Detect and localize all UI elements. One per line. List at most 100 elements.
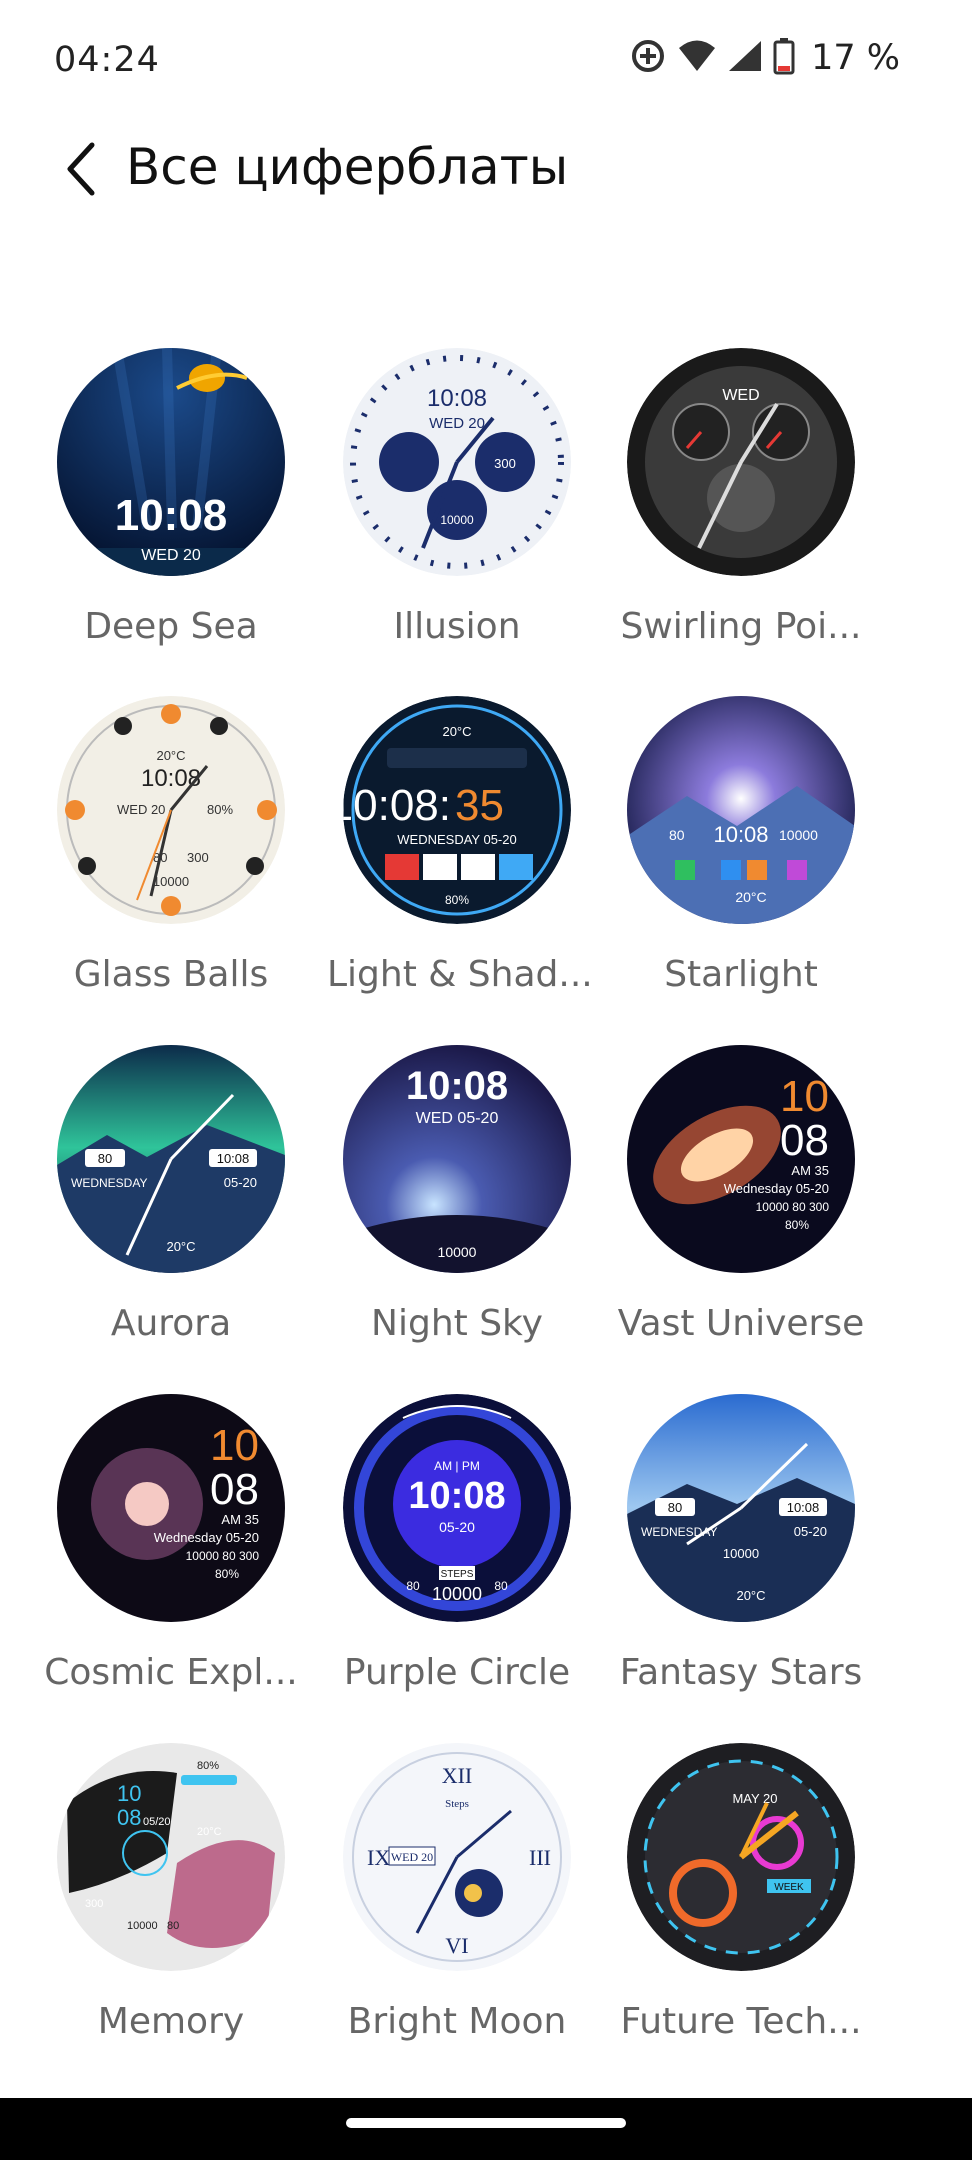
face-date: WED 20 — [141, 547, 201, 564]
navigation-bar — [0, 2098, 972, 2160]
face-time: 10:08: — [343, 781, 451, 830]
face-steps: 10000 — [438, 1244, 477, 1260]
face-steps: 10000 — [779, 827, 818, 843]
face-time: 10:08 — [217, 1151, 250, 1166]
face-date: Wednesday 05-20 — [724, 1181, 829, 1196]
face-steps: 10000 — [440, 513, 474, 527]
svg-text:IX: IX — [367, 1845, 390, 1870]
face-date: WED 05-20 — [416, 1110, 499, 1127]
face-date: WED 20 — [429, 415, 485, 432]
face-steps-label: STEPS — [441, 1569, 474, 1580]
face-left: 80 — [406, 1579, 420, 1593]
watch-face-name: Aurora — [110, 1303, 232, 1344]
watch-face-deep-sea[interactable]: 10:08 WED 20 Deep Sea — [41, 348, 301, 647]
watch-face-illusion[interactable]: 10:08 WED 20 300 10000 Illusion — [327, 348, 587, 647]
watch-face-name: Light & Shad... — [327, 954, 593, 995]
watch-face-preview: 10:08 WED 05-20 10000 — [343, 1045, 571, 1273]
face-right: 80 — [494, 1579, 508, 1593]
face-bpm: 80 — [167, 1920, 179, 1932]
watch-face-memory[interactable]: 10 08 05/20 80% 20°C 300 10000 80 Memory — [41, 1743, 301, 2042]
face-date: WED 20 — [117, 802, 165, 817]
status-icons: 17 % — [629, 36, 900, 80]
face-minute: 08 — [210, 1465, 259, 1514]
face-time: 10:08 — [115, 491, 228, 540]
face-minute: 08 — [780, 1116, 829, 1165]
face-ampm: AM 35 — [221, 1512, 259, 1527]
watch-face-name: Starlight — [664, 954, 818, 995]
back-button[interactable] — [52, 136, 108, 206]
face-ampm: AM 35 — [791, 1163, 829, 1178]
face-steps: 10000 — [723, 1546, 759, 1561]
watch-face-preview: 10 08 AM 35 Wednesday 05-20 10000 80 300… — [57, 1394, 285, 1622]
face-battery: 80% — [207, 802, 233, 817]
watch-face-name: Vast Universe — [617, 1303, 865, 1344]
face-stats: 10000 80 300 — [186, 1549, 260, 1563]
watch-face-bright-moon[interactable]: XII VI IX III Steps WED 20 Bright Moon — [327, 1743, 587, 2042]
face-temp: 20°C — [166, 1239, 195, 1254]
face-temp: 20°C — [197, 1826, 222, 1838]
watch-face-night-sky[interactable]: 10:08 WED 05-20 10000 Night Sky — [327, 1045, 587, 1344]
face-temp: 20°C — [442, 724, 471, 739]
watch-face-preview: WED — [627, 348, 855, 576]
face-date: 05-20 — [794, 1524, 827, 1539]
face-date: MAY 20 — [732, 1791, 777, 1806]
face-week: WEEK — [774, 1882, 804, 1893]
watch-face-name: Purple Circle — [343, 1652, 571, 1693]
face-temp: 20°C — [735, 889, 766, 905]
watch-face-light-shadow[interactable]: 20°C 10:08: 35 WEDNESDAY 05-20 80% Light… — [327, 696, 593, 995]
data-saver-icon — [629, 37, 667, 80]
watch-face-swirling[interactable]: WED Swirling Poi... — [611, 348, 871, 647]
watch-face-vast-universe[interactable]: 10 08 AM 35 Wednesday 05-20 10000 80 300… — [611, 1045, 871, 1344]
face-battery: 80% — [445, 893, 469, 907]
face-heart: 80 — [668, 1500, 682, 1515]
header: Все циферблаты — [0, 128, 972, 238]
face-steps: Steps — [445, 1798, 469, 1810]
watch-face-name: Night Sky — [371, 1303, 543, 1344]
status-bar: 04:24 17 % — [0, 0, 972, 118]
face-steps: 10000 — [153, 874, 189, 889]
watch-face-glass-balls[interactable]: 20°C 10:08 WED 20 80% 80 300 10000 Glass… — [41, 696, 301, 995]
face-date: 05-20 — [224, 1175, 257, 1190]
face-stats: 10000 80 300 — [756, 1200, 830, 1214]
watch-face-purple-circle[interactable]: AM | PM 10:08 05-20 STEPS 10000 80 80 Pu… — [327, 1394, 587, 1693]
face-time: 10:08 — [408, 1475, 505, 1517]
svg-text:XII: XII — [442, 1763, 473, 1788]
face-date: 05-20 — [439, 1519, 475, 1535]
watch-face-preview: XII VI IX III Steps WED 20 — [343, 1743, 571, 1971]
face-time: 10:08 — [713, 822, 768, 847]
face-time: 10:08 — [427, 385, 487, 412]
watch-face-name: Swirling Poi... — [620, 606, 862, 647]
face-steps: 10000 — [432, 1584, 482, 1604]
watch-face-fantasy-stars[interactable]: 80 10:08 WEDNESDAY 05-20 10000 20°C Fant… — [611, 1394, 871, 1693]
face-temp: 20°C — [736, 1588, 765, 1603]
face-ampm: AM | PM — [434, 1459, 480, 1473]
face-date: 05/20 — [143, 1816, 171, 1828]
battery-percent: 17 % — [811, 38, 900, 78]
watch-face-starlight[interactable]: 80 10:08 10000 20°C Starlight — [611, 696, 871, 995]
watch-face-cosmic[interactable]: 10 08 AM 35 Wednesday 05-20 10000 80 300… — [41, 1394, 301, 1693]
watch-face-name: Memory — [97, 2001, 245, 2042]
face-time: 10:08 — [141, 765, 201, 792]
watch-face-preview: 10 08 05/20 80% 20°C 300 10000 80 — [57, 1743, 285, 1971]
face-heart: 80 — [98, 1151, 112, 1166]
watch-face-aurora[interactable]: 80 10:08 WEDNESDAY 05-20 20°C Aurora — [41, 1045, 301, 1344]
face-temp: 20°C — [156, 748, 185, 763]
watch-face-preview: AM | PM 10:08 05-20 STEPS 10000 80 80 — [343, 1394, 571, 1622]
face-hour: 10 — [210, 1421, 259, 1470]
face-value: 300 — [85, 1898, 103, 1910]
svg-text:III: III — [529, 1845, 551, 1870]
face-heart: 80 — [669, 827, 685, 843]
watch-face-future-tech[interactable]: MAY 20 WEEK Future Tech... — [611, 1743, 871, 2042]
face-hour: 10 — [780, 1072, 829, 1121]
face-date: Wednesday 05-20 — [154, 1530, 259, 1545]
battery-icon — [773, 37, 795, 80]
face-value: 300 — [494, 456, 516, 471]
face-minute: 08 — [117, 1805, 141, 1830]
watch-face-name: Cosmic Expl... — [44, 1652, 298, 1693]
face-hour: 10 — [117, 1781, 141, 1806]
face-steps: 10000 — [127, 1920, 158, 1932]
watch-face-name: Illusion — [393, 606, 521, 647]
chevron-left-icon — [62, 141, 98, 202]
home-handle[interactable] — [346, 2118, 626, 2128]
svg-text:VI: VI — [445, 1933, 468, 1958]
